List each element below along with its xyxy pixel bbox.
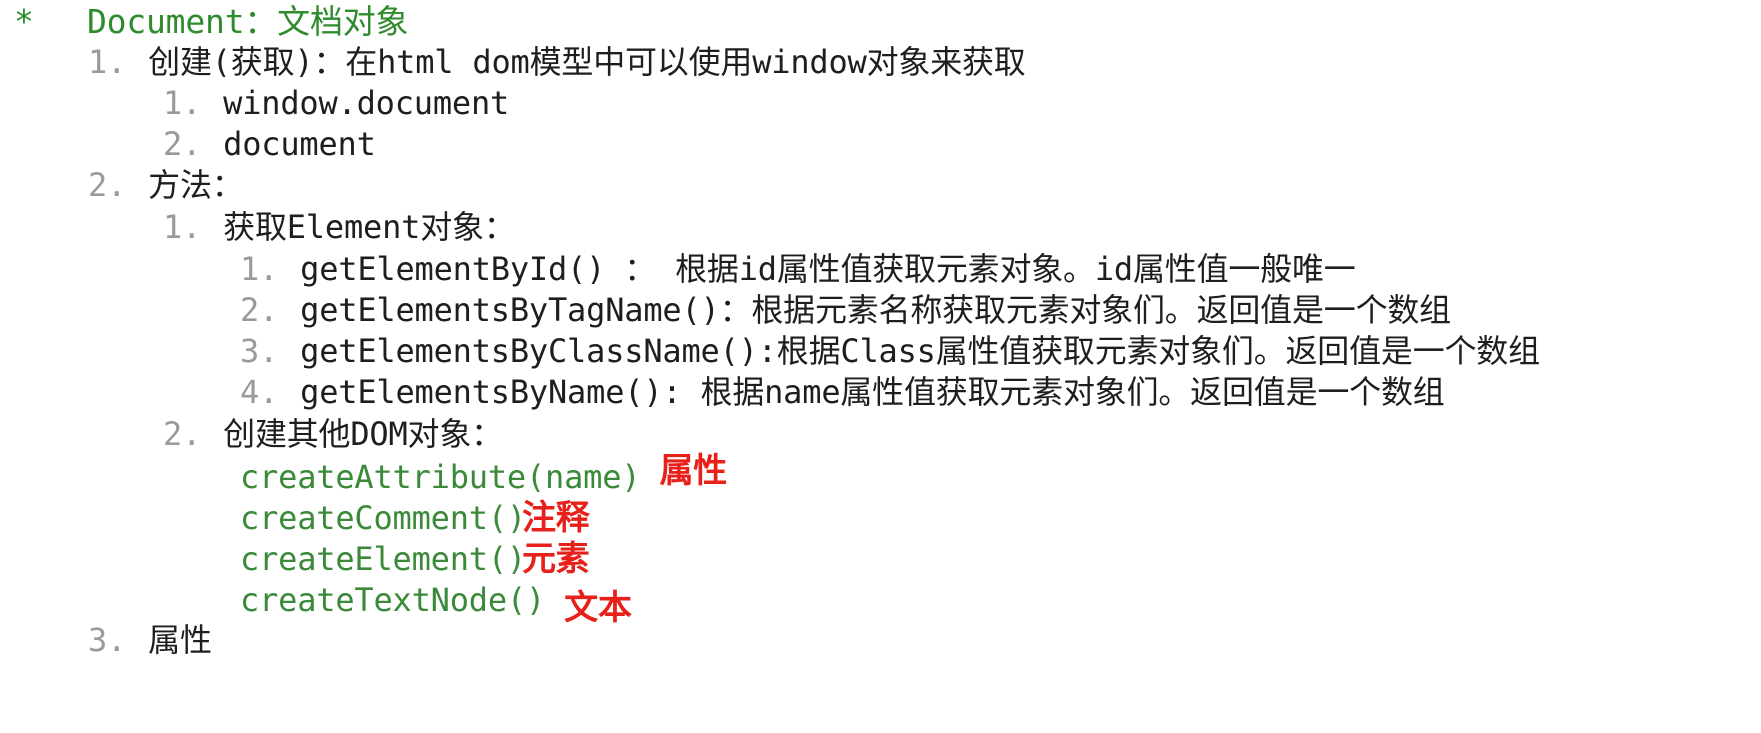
list-number: 3. — [240, 332, 279, 370]
list-item-label: 创建(获取)：在html dom模型中可以使用window对象来获取 — [148, 43, 1026, 81]
method-text: getElementsByTagName()：根据元素名称获取元素对象们。返回值… — [300, 291, 1451, 329]
list-number: 2. — [88, 166, 127, 204]
sub-item-window-document: 1. window.document — [163, 81, 509, 125]
code-create-element: createElement() — [240, 540, 526, 578]
method-get-element-by-id: 1. getElementById() ： 根据id属性值获取元素对象。id属性值… — [240, 247, 1356, 291]
method-get-elements-by-name: 4. getElementsByName(): 根据name属性值获取元素对象们。… — [240, 370, 1445, 414]
create-text-node-line: createTextNode() 文本 — [240, 578, 632, 628]
method-text: getElementById() ： 根据id属性值获取元素对象。id属性值一般… — [300, 250, 1356, 288]
annotation-element: 元素 — [522, 539, 590, 579]
create-element-line: createElement()元素 — [240, 537, 594, 581]
sub-item-label: 获取Element对象： — [223, 208, 516, 246]
header-title: Document：文档对象 — [87, 2, 409, 41]
list-number: 4. — [240, 373, 279, 411]
method-text: getElementsByClassName():根据Class属性值获取元素对… — [300, 332, 1540, 370]
method-text: getElementsByName(): 根据name属性值获取元素对象们。返回… — [300, 373, 1445, 411]
sub-item-document: 2. document — [163, 122, 376, 166]
code-create-text-node: createTextNode() — [240, 581, 546, 619]
annotation-comment: 注释 — [522, 498, 590, 538]
list-number: 2. — [163, 415, 202, 453]
list-number: 1. — [163, 208, 202, 246]
list-number: 1. — [88, 43, 127, 81]
list-item-create: 1. 创建(获取)：在html dom模型中可以使用window对象来获取 — [88, 40, 1026, 84]
sub-item-label: 创建其他DOM对象： — [223, 415, 503, 453]
document-notes-page: * Document：文档对象 1. 创建(获取)：在html dom模型中可以使… — [0, 0, 1761, 733]
method-get-elements-by-tag-name: 2. getElementsByTagName()：根据元素名称获取元素对象们。返… — [240, 288, 1451, 332]
create-attribute-line: createAttribute(name) 属性 — [240, 451, 727, 499]
list-item-label: 属性 — [148, 621, 212, 659]
section-header: * Document：文档对象 — [14, 0, 409, 44]
list-number: 1. — [240, 250, 279, 288]
header-bullet: * — [14, 2, 34, 41]
code-create-attribute: createAttribute(name) — [240, 458, 641, 496]
sub-item-text: document — [223, 125, 376, 163]
annotation-attribute: 属性 — [659, 451, 728, 491]
list-number: 2. — [240, 291, 279, 329]
sub-item-get-element: 1. 获取Element对象： — [163, 205, 516, 249]
list-number: 3. — [88, 621, 127, 659]
method-get-elements-by-class-name: 3. getElementsByClassName():根据Class属性值获取元… — [240, 329, 1540, 373]
list-item-methods: 2. 方法： — [88, 163, 244, 207]
sub-item-text: window.document — [223, 84, 510, 122]
list-item-label: 方法： — [148, 166, 244, 204]
annotation-text: 文本 — [564, 588, 632, 628]
list-number: 2. — [163, 125, 202, 163]
list-item-properties: 3. 属性 — [88, 618, 212, 662]
sub-item-create-dom: 2. 创建其他DOM对象： — [163, 412, 503, 456]
create-comment-line: createComment()注释 — [240, 496, 594, 540]
list-number: 1. — [163, 84, 202, 122]
code-create-comment: createComment() — [240, 499, 526, 537]
